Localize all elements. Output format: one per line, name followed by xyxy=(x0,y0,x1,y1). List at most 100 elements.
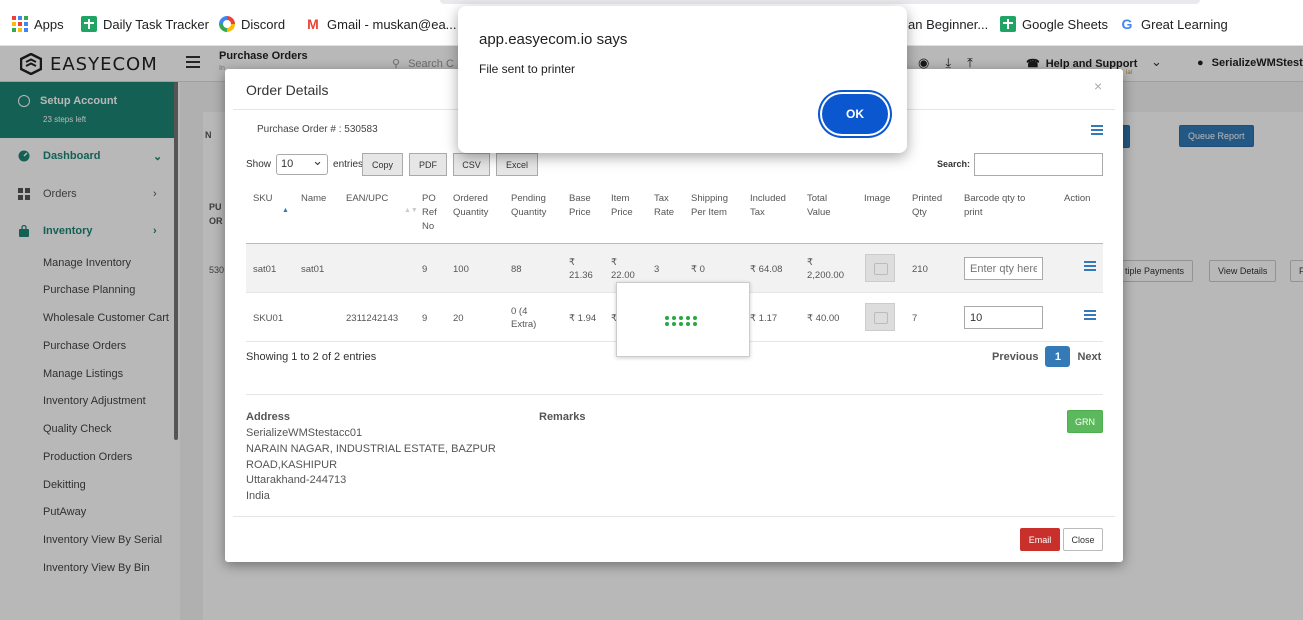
barcode-qty-input[interactable] xyxy=(964,306,1043,329)
gmail-icon: M xyxy=(307,16,319,32)
row-action-menu-icon[interactable] xyxy=(1084,310,1096,320)
entries-label: entries xyxy=(333,159,364,170)
cell-base-price: ₹ 1.94 xyxy=(569,313,597,324)
column-header-po-ref[interactable]: PO Ref No xyxy=(422,192,440,234)
column-header-ean[interactable]: EAN/UPC xyxy=(346,192,388,206)
bookmark-label: Great Learning xyxy=(1141,16,1228,32)
cell-tax-rate: 3 xyxy=(654,264,660,275)
discord-icon xyxy=(219,16,235,32)
address-line: NARAIN NAGAR, INDUSTRIAL ESTATE, BAZPUR xyxy=(246,443,496,455)
excel-button[interactable]: Excel xyxy=(496,153,538,176)
barcode-qty-input[interactable] xyxy=(964,257,1043,280)
search-label: Search: xyxy=(937,159,971,169)
cell-item-price: ₹ 22.00 xyxy=(611,257,635,281)
column-header-ordered-qty[interactable]: Ordered Quantity xyxy=(453,192,497,220)
column-header-included-tax[interactable]: Included Tax xyxy=(750,192,794,220)
column-header-base-price[interactable]: Base Price xyxy=(569,192,597,220)
grn-button[interactable]: GRN xyxy=(1067,410,1103,433)
bookmark-great-learning[interactable]: G Great Learning xyxy=(1119,15,1228,33)
bookmark-google-sheets[interactable]: Google Sheets xyxy=(1000,15,1108,33)
bookmark-apps[interactable]: Apps xyxy=(12,15,64,33)
address-line: India xyxy=(246,490,270,502)
cell-po-ref: 9 xyxy=(422,313,428,324)
cell-po-ref: 9 xyxy=(422,264,428,275)
page-length-select[interactable]: 10 xyxy=(276,153,329,175)
cell-name: sat01 xyxy=(301,264,325,275)
remarks-heading: Remarks xyxy=(539,411,586,423)
show-label: Show xyxy=(246,159,272,170)
column-header-pending-qty[interactable]: Pending Quantity xyxy=(511,192,555,220)
email-button[interactable]: Email xyxy=(1020,528,1060,551)
bookmark-beginner[interactable]: an Beginner... xyxy=(908,15,988,33)
row-action-menu-icon[interactable] xyxy=(1084,261,1096,271)
csv-button[interactable]: CSV xyxy=(453,153,490,176)
close-icon[interactable]: × xyxy=(1094,78,1102,94)
sort-asc-icon: ▲ xyxy=(282,207,289,214)
browser-alert-dialog: app.easyecom.io says File sent to printe… xyxy=(458,6,907,153)
product-image-placeholder xyxy=(865,303,895,331)
column-header-total-value[interactable]: Total Value xyxy=(807,192,835,220)
purchase-order-number: Purchase Order # : 530583 xyxy=(257,124,378,135)
cell-total-value: ₹ 2,200.00 xyxy=(807,257,844,281)
tab-strip xyxy=(0,0,1303,4)
pagination: Previous 1 Next xyxy=(992,346,1101,367)
address-line: ROAD,KASHIPUR xyxy=(246,459,338,471)
apps-grid-icon xyxy=(12,16,28,32)
pagination-previous[interactable]: Previous xyxy=(992,351,1038,363)
bookmark-label: Daily Task Tracker xyxy=(103,16,209,32)
address-heading: Address xyxy=(246,411,291,423)
cell-shipping: ₹ 0 xyxy=(691,264,705,275)
cell-printed-qty: 210 xyxy=(912,264,928,275)
po-value: 530583 xyxy=(344,124,378,135)
cell-included-tax: ₹ 1.17 xyxy=(750,313,778,324)
column-header-image[interactable]: Image xyxy=(864,192,890,206)
bookmark-discord[interactable]: Discord xyxy=(219,15,285,33)
pagination-next[interactable]: Next xyxy=(1077,351,1101,363)
alert-message: File sent to printer xyxy=(479,62,576,76)
column-header-shipping[interactable]: Shipping Per Item xyxy=(691,192,735,220)
cell-ean: 2311242143 xyxy=(346,313,399,324)
close-button[interactable]: Close xyxy=(1063,528,1103,551)
google-sheets-icon xyxy=(81,16,97,32)
cell-pending: 88 xyxy=(511,264,522,275)
column-header-name[interactable]: Name xyxy=(301,192,326,206)
cell-base-price: ₹ 21.36 xyxy=(569,257,593,281)
bookmark-gmail[interactable]: M Gmail - muskan@ea... xyxy=(305,15,457,33)
modal-title: Order Details xyxy=(246,82,329,98)
bookmark-label: Gmail - muskan@ea... xyxy=(327,16,457,32)
pagination-page-1[interactable]: 1 xyxy=(1045,346,1071,367)
sort-icon: ▲▼ xyxy=(404,207,418,214)
google-sheets-icon xyxy=(1000,16,1016,32)
cell-ordered: 100 xyxy=(453,264,469,275)
alert-title: app.easyecom.io says xyxy=(479,31,628,48)
table-info: Showing 1 to 2 of 2 entries xyxy=(246,351,377,363)
cell-included-tax: ₹ 64.08 xyxy=(750,264,783,275)
column-header-tax-rate[interactable]: Tax Rate xyxy=(654,192,676,220)
bookmark-daily-task-tracker[interactable]: Daily Task Tracker xyxy=(81,15,209,33)
bookmark-label: an Beginner... xyxy=(908,16,989,32)
po-label: Purchase Order # : xyxy=(257,124,342,135)
column-header-barcode-qty[interactable]: Barcode qty to print xyxy=(964,192,1040,220)
cell-printed-qty: 7 xyxy=(912,313,918,324)
address-line: Uttarakhand-244713 xyxy=(246,474,347,486)
column-header-printed-qty[interactable]: Printed Qty xyxy=(912,192,948,220)
cell-pending: 0 (4 Extra) xyxy=(511,306,537,330)
column-menu-icon[interactable] xyxy=(1091,125,1103,135)
loading-spinner xyxy=(616,282,750,357)
column-header-sku[interactable]: SKU xyxy=(253,192,273,206)
product-image-placeholder xyxy=(865,254,895,282)
pdf-button[interactable]: PDF xyxy=(409,153,447,176)
column-header-item-price[interactable]: Item Price xyxy=(611,192,639,220)
bookmark-label: Google Sheets xyxy=(1022,16,1109,32)
page-length-control: Show 10 entries xyxy=(246,153,364,175)
column-header-action[interactable]: Action xyxy=(1064,192,1090,206)
table-search-input[interactable] xyxy=(974,153,1103,176)
alert-ok-button[interactable]: OK xyxy=(822,94,888,134)
divider xyxy=(246,394,1103,395)
address-line: SerializeWMStestacc01 xyxy=(246,427,363,439)
divider xyxy=(233,516,1115,517)
cell-sku: sat01 xyxy=(253,264,277,275)
cell-sku: SKU01 xyxy=(253,313,284,324)
copy-button[interactable]: Copy xyxy=(362,153,403,176)
cell-ordered: 20 xyxy=(453,313,464,324)
